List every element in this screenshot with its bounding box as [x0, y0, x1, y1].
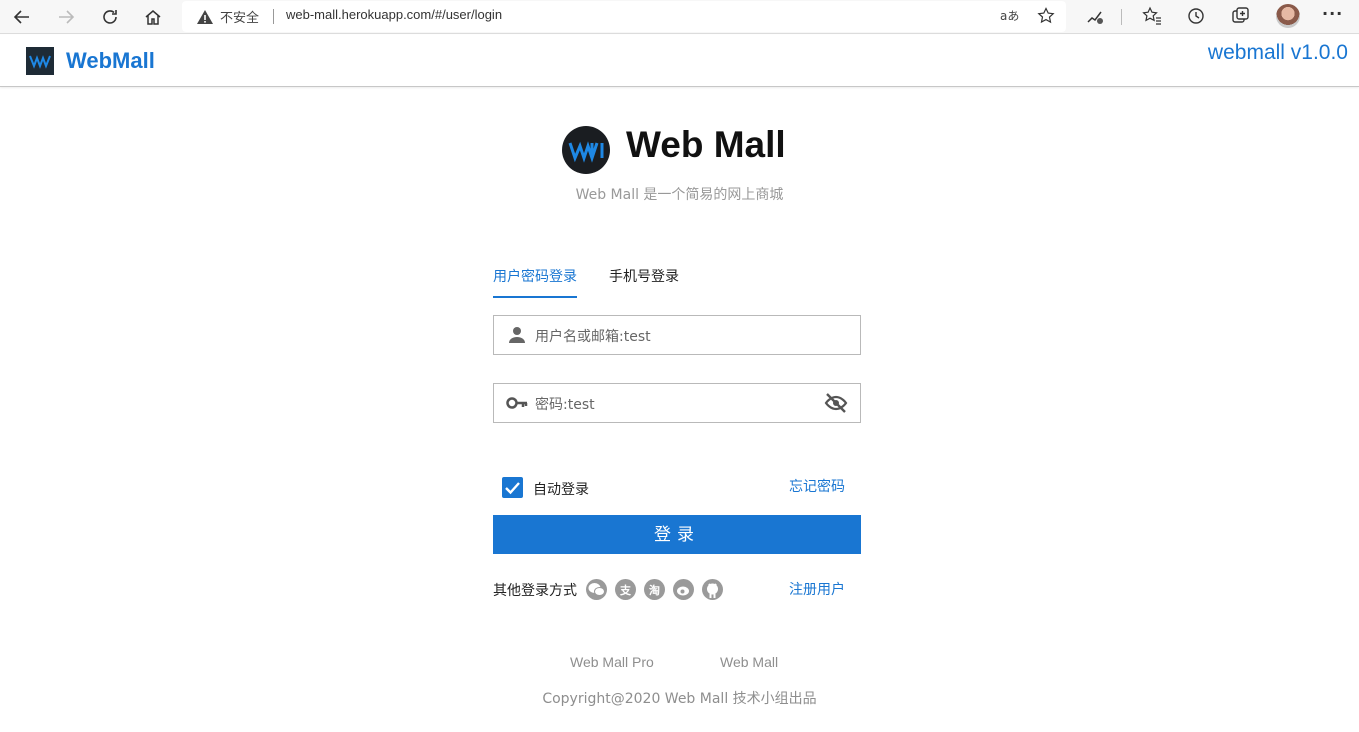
version-label: webmall v1.0.0	[1207, 41, 1348, 64]
hero-logo-icon	[562, 126, 610, 174]
read-aloud-button[interactable]: aあ	[1000, 7, 1019, 24]
arrow-right-icon	[59, 10, 75, 24]
username-field[interactable]: 用户名或邮箱:test	[493, 315, 861, 355]
alipay-icon[interactable]: 支	[615, 579, 636, 600]
collections-icon[interactable]	[1230, 6, 1250, 26]
app-header: WebMall webmall v1.0.0	[0, 35, 1359, 87]
user-icon	[509, 327, 525, 343]
footer-link-pro[interactable]: Web Mall Pro	[570, 654, 654, 670]
register-link[interactable]: 注册用户	[789, 579, 845, 599]
insecure-label: 不安全	[220, 11, 260, 26]
refresh-button[interactable]	[96, 3, 124, 31]
app-name[interactable]: WebMall	[66, 48, 155, 74]
auto-login-label[interactable]: 自动登录	[533, 479, 589, 499]
check-icon	[505, 482, 520, 495]
forward-button[interactable]	[52, 3, 80, 31]
home-button[interactable]	[139, 3, 167, 31]
hero-subtitle: Web Mall 是一个简易的网上商城	[575, 187, 784, 203]
url-text[interactable]: web-mall.herokuapp.com/#/user/login	[286, 7, 502, 22]
auto-login-checkbox[interactable]	[502, 477, 523, 498]
github-icon[interactable]	[702, 579, 723, 600]
taobao-icon[interactable]: 淘	[644, 579, 665, 600]
password-field[interactable]: 密码:test	[493, 383, 861, 423]
eye-off-icon[interactable]	[824, 392, 848, 414]
back-button[interactable]	[8, 3, 36, 31]
tab-active-indicator	[493, 296, 577, 298]
forgot-password-link[interactable]: 忘记密码	[789, 476, 845, 496]
tab-password-login[interactable]: 用户密码登录	[493, 266, 577, 286]
toolbar-divider	[1121, 9, 1122, 25]
refresh-icon	[103, 10, 117, 24]
weibo-icon[interactable]	[673, 579, 694, 600]
favorite-add-icon[interactable]	[1037, 7, 1055, 25]
key-icon	[506, 397, 528, 409]
other-login-label: 其他登录方式	[493, 583, 577, 599]
address-divider	[273, 9, 274, 24]
footer-link-webmall[interactable]: Web Mall	[720, 654, 778, 670]
address-bar[interactable]: 不安全 web-mall.herokuapp.com/#/user/login …	[182, 1, 1066, 32]
username-input[interactable]: 用户名或邮箱:test	[535, 326, 651, 346]
password-input[interactable]: 密码:test	[535, 394, 595, 414]
login-button[interactable]: 登录	[493, 515, 861, 554]
wechat-icon[interactable]	[586, 579, 607, 600]
arrow-left-icon	[13, 10, 29, 24]
history-icon[interactable]	[1186, 6, 1206, 26]
extensions-icon[interactable]	[1085, 6, 1105, 26]
warning-icon	[197, 10, 213, 24]
tab-phone-login[interactable]: 手机号登录	[609, 266, 679, 286]
copyright-text: Copyright@2020 Web Mall 技术小组出品	[542, 691, 817, 707]
profile-avatar[interactable]	[1276, 4, 1300, 28]
hero-title: Web Mall	[626, 124, 786, 165]
home-icon	[145, 10, 161, 25]
favorites-icon[interactable]	[1142, 6, 1162, 26]
browser-toolbar: 不安全 web-mall.herokuapp.com/#/user/login …	[0, 0, 1359, 34]
webmall-logo-icon[interactable]	[26, 47, 54, 75]
more-menu-icon[interactable]: ···	[1322, 4, 1343, 23]
